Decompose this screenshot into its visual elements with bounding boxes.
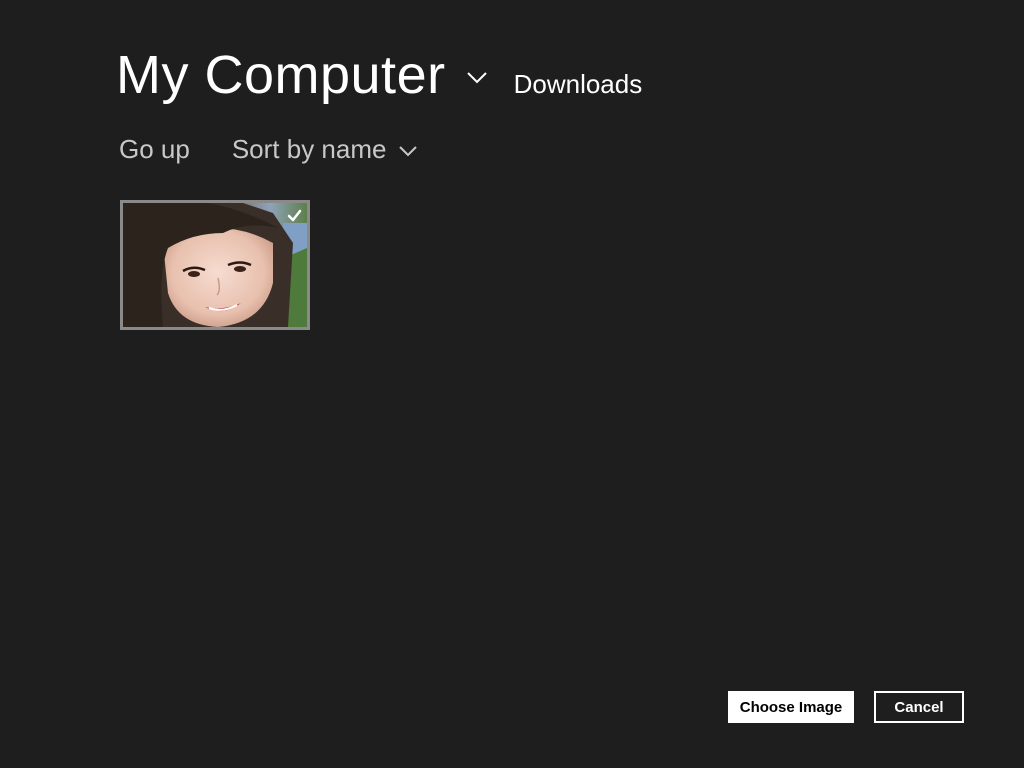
checkmark-icon [287,209,302,222]
choose-image-button[interactable]: Choose Image [728,691,854,723]
file-grid [120,200,310,330]
dialog-actions: Choose Image Cancel [728,691,964,723]
location-header: My Computer Downloads [116,48,642,118]
sort-label: Sort by name [231,134,387,164]
breadcrumb-downloads[interactable]: Downloads [514,69,643,100]
toolbar: Go up Sort by name [119,134,418,165]
file-tile-image[interactable] [120,200,310,330]
cancel-button[interactable]: Cancel [874,691,964,723]
chevron-down-icon [399,146,418,157]
image-thumbnail [123,203,307,327]
file-picker: My Computer Downloads Go up Sort by name [0,0,1024,768]
go-up-button[interactable]: Go up [119,134,190,165]
chevron-down-icon[interactable] [466,71,488,85]
sort-dropdown[interactable]: Sort by name [232,134,418,165]
location-title[interactable]: My Computer [116,48,446,102]
